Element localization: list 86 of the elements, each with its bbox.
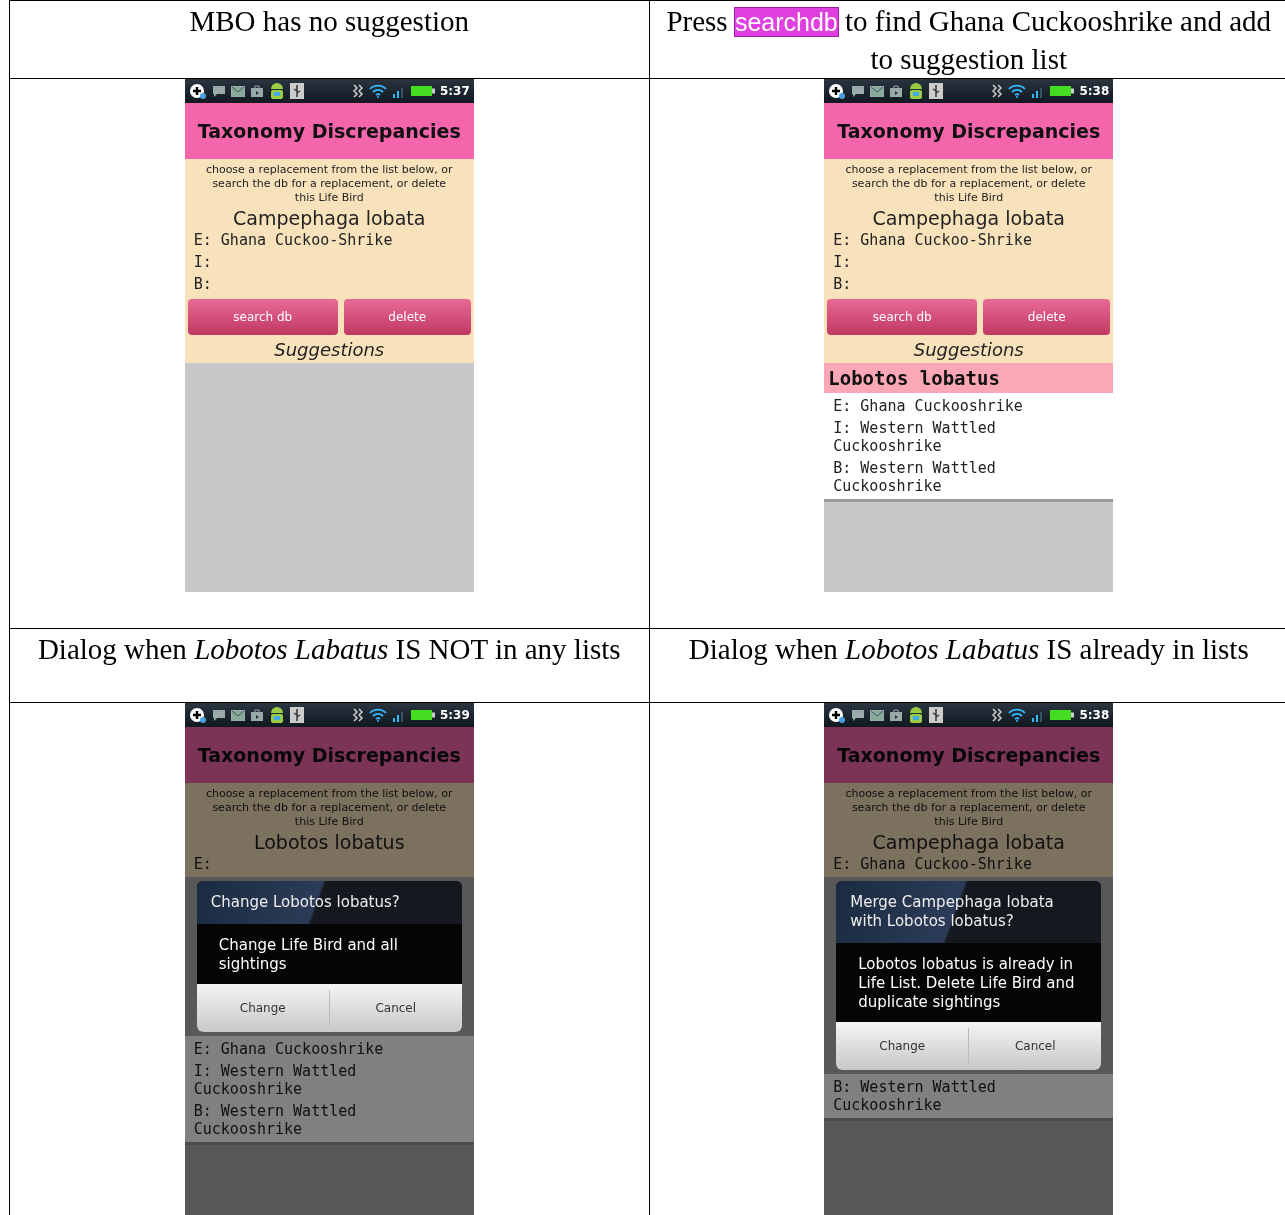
search-button[interactable]: search db [187,299,338,335]
screen-title: Taxonomy Discrepancies [197,744,461,766]
mail-icon [870,85,885,97]
dialog-message: Lobotos lobatus is already in Life List. Delete Life Bird and duplicate sightings [836,943,1102,1022]
delete-button[interactable]: delete [983,299,1111,335]
change-button[interactable]: Change [196,990,330,1026]
battery-icon [410,85,435,97]
usb-icon [929,83,944,99]
name-field: E: Ghana Cuckoo-Shrike [827,229,1111,251]
bag-icon [249,708,264,722]
name-field: B: [827,273,1111,295]
name-field: I: [827,251,1111,273]
caption: MBO has no suggestion [188,4,470,39]
battery-icon [1050,709,1075,721]
dialog-title: Change Lobotos lobatus? [196,881,462,924]
suggestion-line: B: Western Wattled Cuckooshrike [193,1101,358,1140]
instructions-text: choose a replacement from the list below, or search the db for a replacement, or delete this Life Bird [844,163,1094,205]
screen-title: Taxonomy Discrepancies [837,744,1101,766]
android-icon [268,705,285,725]
usb-icon [289,707,304,723]
wifi-icon [1008,84,1027,98]
mail-icon [870,709,885,721]
status-time: 5:38 [1079,708,1110,722]
caption: Press searchdb to find Ghana Cuckooshrike and add to suggestion list [665,4,1273,77]
usb-icon [289,83,304,99]
plus-icon [188,83,207,99]
usb-icon [929,707,944,723]
plus-icon [828,83,847,99]
wifi-icon [368,84,387,98]
chat-icon [851,708,866,722]
caption: Dialog when Lobotos Labatus IS already in lists [687,632,1250,667]
name-field: E: Ghana Cuckoo-Shrike [187,229,471,251]
chat-icon [211,84,226,98]
change-button[interactable]: Change [836,1028,970,1064]
instructions-text: choose a replacement from the list below, or search the db for a replacement, or delete this Life Bird [844,787,1094,829]
battery-icon [410,709,435,721]
mail-icon [230,85,245,97]
suggestion-line: I: Western Wattled Cuckooshrike [833,418,997,457]
android-icon [268,81,285,101]
mail-icon [230,709,245,721]
data-icon [991,708,1004,722]
name-field: E: Ghana Cuckoo-Shrike [827,853,1111,875]
name-field: I: [187,251,471,273]
dialog-title: Merge Campephaga lobata with Lobotos lobatus? [836,881,1102,943]
species-name: Campephaga lobata [232,207,427,229]
chat-icon [851,84,866,98]
data-icon [351,708,364,722]
species-name: Campephaga lobata [871,831,1066,853]
instructions-text: choose a replacement from the list below, or search the db for a replacement, or delete this Life Bird [204,787,454,829]
instructions-text: choose a replacement from the list below, or search the db for a replacement, or delete this Life Bird [204,163,454,205]
species-name: Lobotos lobatus [252,831,406,853]
search-button[interactable]: search db [827,299,978,335]
suggestion-item[interactable]: Lobotos lobatus [824,363,1114,393]
status-time: 5:37 [439,84,470,98]
bag-icon [889,708,904,722]
screen-title: Taxonomy Discrepancies [837,120,1101,142]
cancel-button[interactable]: Cancel [329,990,462,1026]
name-field: E: [187,853,471,875]
data-icon [991,84,1004,98]
delete-button[interactable]: delete [343,299,471,335]
dialog-message: Change Life Bird and all sightings [196,924,462,984]
cancel-button[interactable]: Cancel [969,1028,1102,1064]
suggestion-line: I: Western Wattled Cuckooshrike [193,1061,358,1100]
data-icon [351,84,364,98]
plus-icon [188,707,207,723]
plus-icon [828,707,847,723]
android-icon [908,705,925,725]
bag-icon [249,84,264,98]
species-name: Campephaga lobata [871,207,1066,229]
name-field: B: [187,273,471,295]
bag-icon [889,84,904,98]
suggestions-heading: Suggestions [273,338,386,361]
suggestion-line: E: Ghana Cuckooshrike [193,1039,385,1060]
suggestion-line: E: Ghana Cuckooshrike [833,396,1024,417]
wifi-icon [1008,708,1027,722]
status-time: 5:39 [439,708,470,722]
wifi-icon [368,708,387,722]
suggestions-heading: Suggestions [912,338,1025,361]
suggestion-line: B: Western Wattled Cuckooshrike [833,458,997,497]
android-icon [908,81,925,101]
screen-title: Taxonomy Discrepancies [197,120,461,142]
status-time: 5:38 [1079,84,1110,98]
caption: Dialog when Lobotos Labatus IS NOT in any lists [36,632,622,667]
suggestion-line: B: Western Wattled Cuckooshrike [833,1077,997,1116]
battery-icon [1050,85,1075,97]
chat-icon [211,708,226,722]
